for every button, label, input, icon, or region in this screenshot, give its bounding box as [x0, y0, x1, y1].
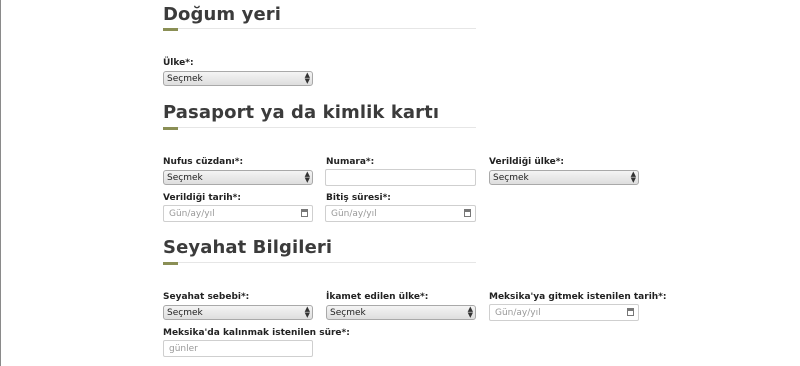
section-divider	[163, 28, 476, 29]
page-left-border	[0, 0, 1, 366]
updown-arrows-icon: ▲ ▼	[630, 170, 636, 184]
issuing-country-label: Verildiği ülke*:	[489, 157, 565, 167]
stay-duration-placeholder: günler	[169, 344, 198, 354]
expiry-date-placeholder: Gün/ay/yıl	[331, 209, 377, 219]
number-label: Numara*:	[326, 157, 375, 167]
country-label: Ülke*:	[163, 58, 194, 68]
section-accent	[163, 127, 178, 130]
section-title-birthplace: Doğum yeri	[163, 4, 282, 25]
updown-arrows-icon: ▲ ▼	[304, 305, 310, 319]
travel-reason-label: Seyahat sebebi*:	[163, 292, 250, 302]
travel-date-input[interactable]: Gün/ay/yıl	[489, 304, 639, 321]
travel-reason-select-value: Seçmek	[167, 308, 203, 318]
residence-country-label: İkamet edilen ülke*:	[326, 292, 429, 302]
section-divider	[163, 127, 476, 128]
id-doc-select-value: Seçmek	[167, 173, 203, 183]
calendar-icon[interactable]	[464, 209, 471, 217]
expiry-date-input[interactable]: Gün/ay/yıl	[325, 205, 476, 222]
calendar-icon[interactable]	[627, 308, 634, 316]
country-select-value: Seçmek	[167, 74, 203, 84]
residence-country-select[interactable]: Seçmek ▲ ▼	[326, 305, 476, 320]
issue-date-input[interactable]: Gün/ay/yıl	[163, 205, 313, 222]
issuing-country-select[interactable]: Seçmek ▲ ▼	[489, 170, 639, 185]
issuing-country-select-value: Seçmek	[493, 173, 529, 183]
expiry-date-label: Bitiş süresi*:	[326, 193, 391, 203]
country-select[interactable]: Seçmek ▲ ▼	[163, 71, 313, 86]
number-input[interactable]	[325, 169, 476, 186]
id-doc-select[interactable]: Seçmek ▲ ▼	[163, 170, 313, 185]
travel-date-label: Meksika'ya gitmek istenilen tarih*:	[489, 292, 667, 302]
section-title-passport: Pasaport ya da kimlik kartı	[163, 102, 440, 123]
calendar-icon[interactable]	[301, 209, 308, 217]
id-doc-label: Nufus cüzdanı*:	[163, 157, 244, 167]
section-title-travel: Seyahat Bilgileri	[163, 237, 333, 258]
issue-date-label: Verildiği tarih*:	[163, 193, 241, 203]
travel-date-placeholder: Gün/ay/yıl	[495, 308, 541, 318]
section-accent	[163, 28, 178, 31]
stay-duration-label: Meksika'da kalınmak istenilen süre*:	[163, 328, 350, 338]
travel-reason-select[interactable]: Seçmek ▲ ▼	[163, 305, 313, 320]
section-divider	[163, 262, 476, 263]
residence-country-select-value: Seçmek	[330, 308, 366, 318]
stay-duration-input[interactable]: günler	[163, 340, 313, 357]
updown-arrows-icon: ▲ ▼	[467, 305, 473, 319]
issue-date-placeholder: Gün/ay/yıl	[169, 209, 215, 219]
updown-arrows-icon: ▲ ▼	[304, 71, 310, 85]
updown-arrows-icon: ▲ ▼	[304, 170, 310, 184]
section-accent	[163, 262, 178, 265]
